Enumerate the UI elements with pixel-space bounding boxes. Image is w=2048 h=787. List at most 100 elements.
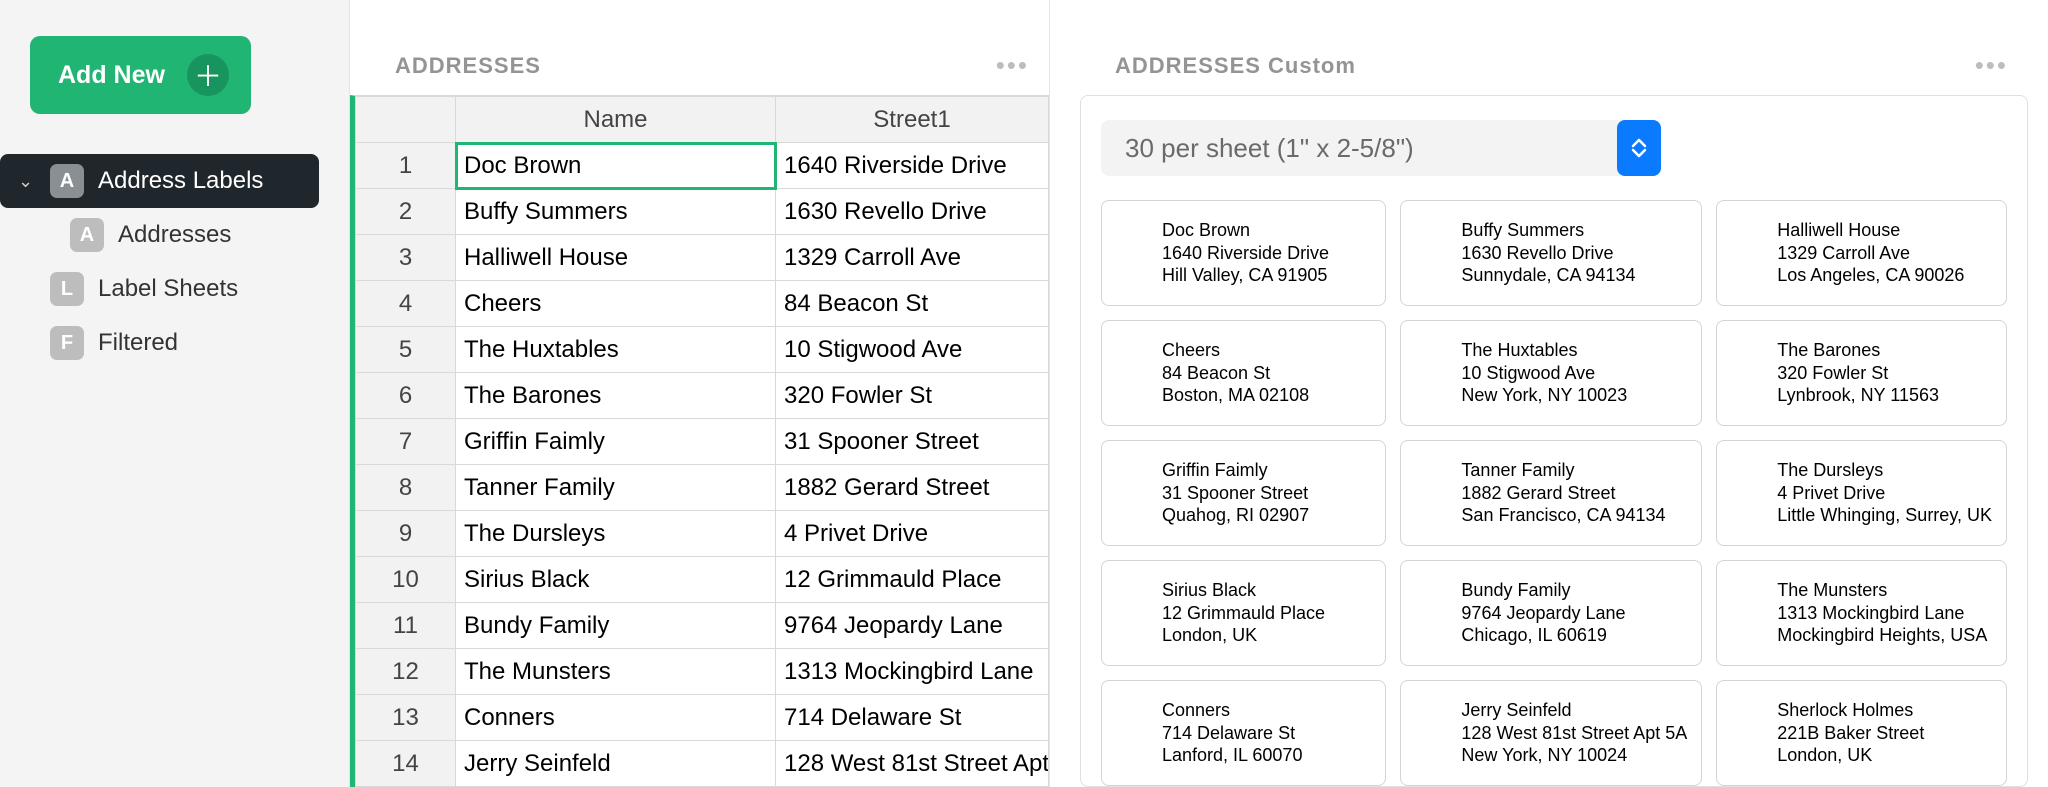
cell-street[interactable]: 128 West 81st Street Apt 5A xyxy=(776,741,1049,787)
row-number[interactable]: 10 xyxy=(356,557,456,603)
row-number[interactable]: 14 xyxy=(356,741,456,787)
label-name: Buffy Summers xyxy=(1461,219,1687,242)
cell-street[interactable]: 4 Privet Drive xyxy=(776,511,1049,557)
col-header-name[interactable]: Name xyxy=(456,97,776,143)
cell-name[interactable]: Halliwell House xyxy=(456,235,776,281)
table-row[interactable]: 9The Dursleys4 Privet Drive xyxy=(356,511,1049,557)
row-number[interactable]: 1 xyxy=(356,143,456,189)
label-card[interactable]: The Huxtables10 Stigwood AveNew York, NY… xyxy=(1400,320,1702,426)
label-street: 128 West 81st Street Apt 5A xyxy=(1461,722,1687,745)
cell-street[interactable]: 12 Grimmauld Place xyxy=(776,557,1049,603)
sidebar-item-addresses[interactable]: AAddresses xyxy=(0,208,349,262)
row-number[interactable]: 5 xyxy=(356,327,456,373)
sidebar: Add New ＋ ⌄AAddress LabelsAAddressesLLab… xyxy=(0,0,350,787)
label-card[interactable]: Sherlock Holmes221B Baker StreetLondon, … xyxy=(1716,680,2007,786)
label-name: Tanner Family xyxy=(1461,459,1687,482)
label-card[interactable]: The Barones320 Fowler StLynbrook, NY 115… xyxy=(1716,320,2007,426)
row-number[interactable]: 9 xyxy=(356,511,456,557)
row-number[interactable]: 3 xyxy=(356,235,456,281)
label-city: Quahog, RI 02907 xyxy=(1162,504,1371,527)
label-name: The Barones xyxy=(1777,339,1992,362)
label-name: Doc Brown xyxy=(1162,219,1371,242)
label-card[interactable]: Buffy Summers1630 Revello DriveSunnydale… xyxy=(1400,200,1702,306)
table-row[interactable]: 8Tanner Family1882 Gerard Street xyxy=(356,465,1049,511)
label-card[interactable]: Conners714 Delaware StLanford, IL 60070 xyxy=(1101,680,1386,786)
label-card[interactable]: Bundy Family9764 Jeopardy LaneChicago, I… xyxy=(1400,560,1702,666)
label-street: 10 Stigwood Ave xyxy=(1461,362,1687,385)
cell-street[interactable]: 9764 Jeopardy Lane xyxy=(776,603,1049,649)
row-number[interactable]: 4 xyxy=(356,281,456,327)
cell-name[interactable]: Jerry Seinfeld xyxy=(456,741,776,787)
label-city: New York, NY 10023 xyxy=(1461,384,1687,407)
cell-street[interactable]: 1313 Mockingbird Lane xyxy=(776,649,1049,695)
table-row[interactable]: 11Bundy Family9764 Jeopardy Lane xyxy=(356,603,1049,649)
row-number[interactable]: 13 xyxy=(356,695,456,741)
table-row[interactable]: 4Cheers84 Beacon St xyxy=(356,281,1049,327)
table-row[interactable]: 12The Munsters1313 Mockingbird Lane xyxy=(356,649,1049,695)
nav-label: Label Sheets xyxy=(98,275,238,303)
cell-name[interactable]: The Munsters xyxy=(456,649,776,695)
cell-name[interactable]: Sirius Black xyxy=(456,557,776,603)
table-row[interactable]: 10Sirius Black12 Grimmauld Place xyxy=(356,557,1049,603)
label-card[interactable]: Cheers84 Beacon StBoston, MA 02108 xyxy=(1101,320,1386,426)
cell-street[interactable]: 1882 Gerard Street xyxy=(776,465,1049,511)
cell-street[interactable]: 31 Spooner Street xyxy=(776,419,1049,465)
label-card[interactable]: Halliwell House1329 Carroll AveLos Angel… xyxy=(1716,200,2007,306)
table-row[interactable]: 13Conners714 Delaware St xyxy=(356,695,1049,741)
row-number[interactable]: 8 xyxy=(356,465,456,511)
table-row[interactable]: 1Doc Brown1640 Riverside Drive xyxy=(356,143,1049,189)
table-row[interactable]: 5The Huxtables10 Stigwood Ave xyxy=(356,327,1049,373)
cell-name[interactable]: Cheers xyxy=(456,281,776,327)
row-number[interactable]: 11 xyxy=(356,603,456,649)
cell-name[interactable]: The Dursleys xyxy=(456,511,776,557)
right-menu-icon[interactable]: ••• xyxy=(1975,50,2008,81)
table-row[interactable]: 3Halliwell House1329 Carroll Ave xyxy=(356,235,1049,281)
row-number[interactable]: 2 xyxy=(356,189,456,235)
cell-name[interactable]: Tanner Family xyxy=(456,465,776,511)
cell-street[interactable]: 1640 Riverside Drive xyxy=(776,143,1049,189)
center-menu-icon[interactable]: ••• xyxy=(996,50,1029,81)
cell-name[interactable]: The Barones xyxy=(456,373,776,419)
nav-badge: F xyxy=(50,326,84,360)
label-city: London, UK xyxy=(1162,624,1371,647)
cell-name[interactable]: Doc Brown xyxy=(456,143,776,189)
corner-cell[interactable] xyxy=(356,97,456,143)
label-card[interactable]: Doc Brown1640 Riverside DriveHill Valley… xyxy=(1101,200,1386,306)
sidebar-item-filtered[interactable]: F Filtered xyxy=(0,316,349,370)
address-grid[interactable]: Name Street1 1Doc Brown1640 Riverside Dr… xyxy=(355,96,1049,787)
label-card[interactable]: The Munsters1313 Mockingbird LaneMocking… xyxy=(1716,560,2007,666)
label-card[interactable]: The Dursleys4 Privet DriveLittle Whingin… xyxy=(1716,440,2007,546)
cell-street[interactable]: 714 Delaware St xyxy=(776,695,1049,741)
cell-name[interactable]: Bundy Family xyxy=(456,603,776,649)
cell-name[interactable]: The Huxtables xyxy=(456,327,776,373)
label-card[interactable]: Jerry Seinfeld128 West 81st Street Apt 5… xyxy=(1400,680,1702,786)
select-stepper-icon[interactable] xyxy=(1617,120,1661,176)
sidebar-item-address-labels[interactable]: ⌄AAddress Labels xyxy=(0,154,319,208)
cell-street[interactable]: 1630 Revello Drive xyxy=(776,189,1049,235)
cell-street[interactable]: 1329 Carroll Ave xyxy=(776,235,1049,281)
sidebar-item-label-sheets[interactable]: LLabel Sheets xyxy=(0,262,349,316)
nav-label: Filtered xyxy=(98,329,178,357)
sheet-size-select[interactable]: 30 per sheet (1" x 2-5/8") xyxy=(1101,120,1661,176)
row-number[interactable]: 12 xyxy=(356,649,456,695)
label-card[interactable]: Tanner Family1882 Gerard StreetSan Franc… xyxy=(1400,440,1702,546)
table-row[interactable]: 6The Barones320 Fowler St xyxy=(356,373,1049,419)
row-number[interactable]: 6 xyxy=(356,373,456,419)
label-card[interactable]: Griffin Faimly31 Spooner StreetQuahog, R… xyxy=(1101,440,1386,546)
cell-street[interactable]: 84 Beacon St xyxy=(776,281,1049,327)
label-street: 4 Privet Drive xyxy=(1777,482,1992,505)
label-street: 31 Spooner Street xyxy=(1162,482,1371,505)
cell-street[interactable]: 10 Stigwood Ave xyxy=(776,327,1049,373)
table-row[interactable]: 7Griffin Faimly31 Spooner Street xyxy=(356,419,1049,465)
row-number[interactable]: 7 xyxy=(356,419,456,465)
cell-name[interactable]: Conners xyxy=(456,695,776,741)
table-row[interactable]: 14Jerry Seinfeld128 West 81st Street Apt… xyxy=(356,741,1049,787)
label-card[interactable]: Sirius Black12 Grimmauld PlaceLondon, UK xyxy=(1101,560,1386,666)
cell-name[interactable]: Griffin Faimly xyxy=(456,419,776,465)
table-row[interactable]: 2Buffy Summers1630 Revello Drive xyxy=(356,189,1049,235)
cell-name[interactable]: Buffy Summers xyxy=(456,189,776,235)
col-header-street[interactable]: Street1 xyxy=(776,97,1049,143)
add-new-button[interactable]: Add New ＋ xyxy=(30,36,251,114)
label-street: 320 Fowler St xyxy=(1777,362,1992,385)
cell-street[interactable]: 320 Fowler St xyxy=(776,373,1049,419)
